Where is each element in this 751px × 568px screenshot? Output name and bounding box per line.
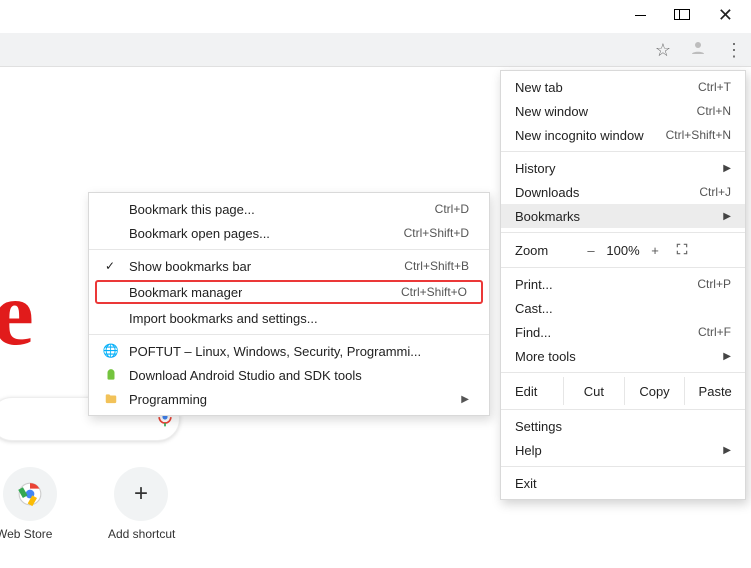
chevron-right-icon: ▶ [723,351,731,362]
menu-new-incognito[interactable]: New incognito window Ctrl+Shift+N [501,123,745,147]
menu-more-tools[interactable]: More tools ▶ [501,344,745,368]
menu-dots-icon[interactable]: ⋮ [725,40,743,61]
tile-webstore[interactable] [3,467,57,521]
divider [501,151,745,152]
menu-zoom-row: Zoom – 100% + [501,237,745,263]
bookmark-star-icon[interactable]: ☆ [655,40,671,61]
edit-cut-button[interactable]: Cut [563,377,624,405]
menu-settings[interactable]: Settings [501,414,745,438]
menu-history[interactable]: History ▶ [501,156,745,180]
toolbar: ☆ ⋮ [0,33,751,67]
menu-downloads[interactable]: Downloads Ctrl+J [501,180,745,204]
submenu-bookmark-open-pages[interactable]: Bookmark open pages... Ctrl+Shift+D [89,221,489,245]
divider [501,372,745,373]
main-menu: New tab Ctrl+T New window Ctrl+N New inc… [500,70,746,500]
chevron-right-icon: ▶ [461,394,469,405]
menu-bookmarks[interactable]: Bookmarks ▶ [501,204,745,228]
submenu-import-bookmarks[interactable]: Import bookmarks and settings... [89,306,489,330]
tile-add-shortcut[interactable]: + [114,467,168,521]
divider [501,267,745,268]
menu-new-tab[interactable]: New tab Ctrl+T [501,75,745,99]
menu-find[interactable]: Find... Ctrl+F [501,320,745,344]
submenu-show-bookmarks-bar[interactable]: Show bookmarks bar Ctrl+Shift+B [89,254,489,278]
tile-webstore-label: Web Store [0,527,52,541]
window-minimize-button[interactable] [635,8,646,23]
android-icon [103,367,119,383]
chevron-right-icon: ▶ [723,163,731,174]
divider [89,249,489,250]
menu-print[interactable]: Print... Ctrl+P [501,272,745,296]
window-close-button[interactable]: ✕ [718,6,733,24]
plus-icon: + [134,480,148,508]
zoom-percent: 100% [603,243,643,258]
profile-icon[interactable] [689,39,707,62]
bookmark-folder-programming[interactable]: Programming ▶ [89,387,489,411]
zoom-in-button[interactable]: + [643,243,667,258]
tile-add-shortcut-label: Add shortcut [108,527,175,541]
divider [501,409,745,410]
edit-paste-button[interactable]: Paste [684,377,745,405]
menu-cast[interactable]: Cast... [501,296,745,320]
bookmark-item-poftut[interactable]: 🌐 POFTUT – Linux, Windows, Security, Pro… [89,339,489,363]
divider [89,334,489,335]
edit-copy-button[interactable]: Copy [624,377,685,405]
bookmarks-submenu: Bookmark this page... Ctrl+D Bookmark op… [88,192,490,416]
chevron-right-icon: ▶ [723,211,731,222]
zoom-out-button[interactable]: – [579,243,603,258]
menu-new-window[interactable]: New window Ctrl+N [501,99,745,123]
chrome-icon [17,481,43,507]
chevron-right-icon: ▶ [723,445,731,456]
window-maximize-button[interactable] [674,8,690,23]
submenu-bookmark-this-page[interactable]: Bookmark this page... Ctrl+D [89,197,489,221]
folder-icon [103,391,119,407]
menu-exit[interactable]: Exit [501,471,745,495]
globe-icon: 🌐 [103,343,119,359]
menu-edit-row: Edit Cut Copy Paste [501,377,745,405]
divider [501,466,745,467]
divider [501,232,745,233]
submenu-bookmark-manager[interactable]: Bookmark manager Ctrl+Shift+O [95,280,483,304]
zoom-label: Zoom [515,243,579,258]
edit-label: Edit [501,384,563,399]
page-logo-letter: e [0,260,34,366]
bookmark-item-android-studio[interactable]: Download Android Studio and SDK tools [89,363,489,387]
fullscreen-button[interactable] [667,242,689,259]
menu-help[interactable]: Help ▶ [501,438,745,462]
